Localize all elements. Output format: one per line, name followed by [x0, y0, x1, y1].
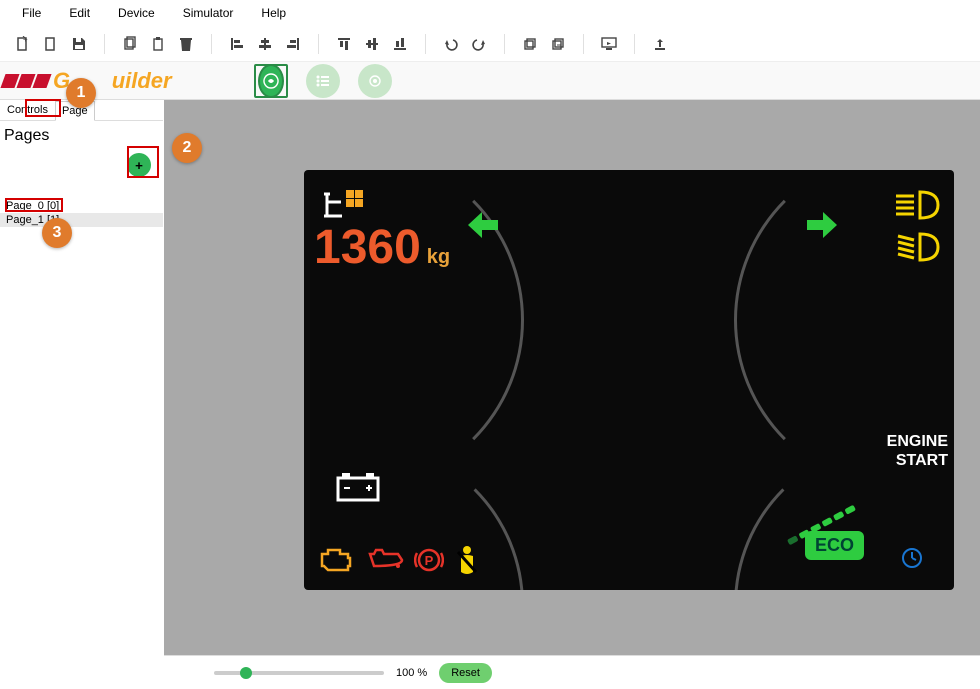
callout-3-highlight [5, 198, 63, 212]
eco-badge: ECO [805, 531, 864, 560]
low-beam-icon [894, 230, 940, 264]
toolbar-separator [583, 34, 584, 54]
callout-1-highlight [25, 99, 61, 117]
clock-icon [900, 546, 924, 570]
new-file-button[interactable]: + [10, 31, 36, 57]
dashboard-preview[interactable]: 1360 kg [304, 170, 954, 590]
parking-brake-icon: P [414, 545, 444, 575]
redo-button[interactable] [466, 31, 492, 57]
callout-1: 1 [66, 78, 96, 108]
callout-2: 2 [172, 133, 202, 163]
engine-warning-icon [318, 546, 354, 574]
oil-warning-icon [364, 548, 404, 572]
callout-2-highlight [127, 146, 159, 178]
toolbar-separator [318, 34, 319, 54]
turn-right-indicator-icon [805, 210, 839, 240]
tab-list-view[interactable] [306, 64, 340, 98]
align-center-v-button[interactable] [359, 31, 385, 57]
menu-help[interactable]: Help [247, 2, 300, 24]
svg-text:P: P [425, 553, 434, 568]
battery-icon [334, 470, 382, 502]
zoom-slider[interactable] [214, 671, 384, 675]
paste-button[interactable] [145, 31, 171, 57]
undo-button[interactable] [438, 31, 464, 57]
menu-edit[interactable]: Edit [55, 2, 104, 24]
tab-main-view[interactable] [254, 64, 288, 98]
tab-settings-view[interactable] [358, 64, 392, 98]
toolbar-separator [504, 34, 505, 54]
align-bottom-button[interactable] [387, 31, 413, 57]
callout-3: 3 [42, 218, 72, 248]
preview-button[interactable] [596, 31, 622, 57]
engine-start-label: ENGINE START [887, 432, 948, 470]
menu-file[interactable]: File [8, 2, 55, 24]
open-file-button[interactable] [38, 31, 64, 57]
save-button[interactable] [66, 31, 92, 57]
upload-button[interactable] [647, 31, 673, 57]
forklift-icon [322, 188, 366, 220]
toolbar-separator [425, 34, 426, 54]
copy-stack-button[interactable] [517, 31, 543, 57]
zoom-value: 100 % [396, 667, 427, 679]
seatbelt-icon [454, 544, 480, 576]
zoom-reset-button[interactable]: Reset [439, 663, 492, 683]
align-left-button[interactable] [224, 31, 250, 57]
toolbar-separator [104, 34, 105, 54]
turn-left-indicator-icon [466, 210, 500, 240]
svg-text:+: + [23, 36, 28, 44]
menu-simulator[interactable]: Simulator [169, 2, 248, 24]
page-list-item-1[interactable]: Page_1 [1] [0, 213, 163, 227]
weight-display: 1360 kg [314, 220, 450, 275]
paste-stack-button[interactable] [545, 31, 571, 57]
toolbar-separator [634, 34, 635, 54]
menu-device[interactable]: Device [104, 2, 169, 24]
copy-button[interactable] [117, 31, 143, 57]
align-right-button[interactable] [280, 31, 306, 57]
high-beam-icon [894, 188, 940, 222]
toolbar-separator [211, 34, 212, 54]
align-center-h-button[interactable] [252, 31, 278, 57]
align-top-button[interactable] [331, 31, 357, 57]
design-canvas[interactable]: 1360 kg [164, 100, 980, 655]
delete-button[interactable] [173, 31, 199, 57]
